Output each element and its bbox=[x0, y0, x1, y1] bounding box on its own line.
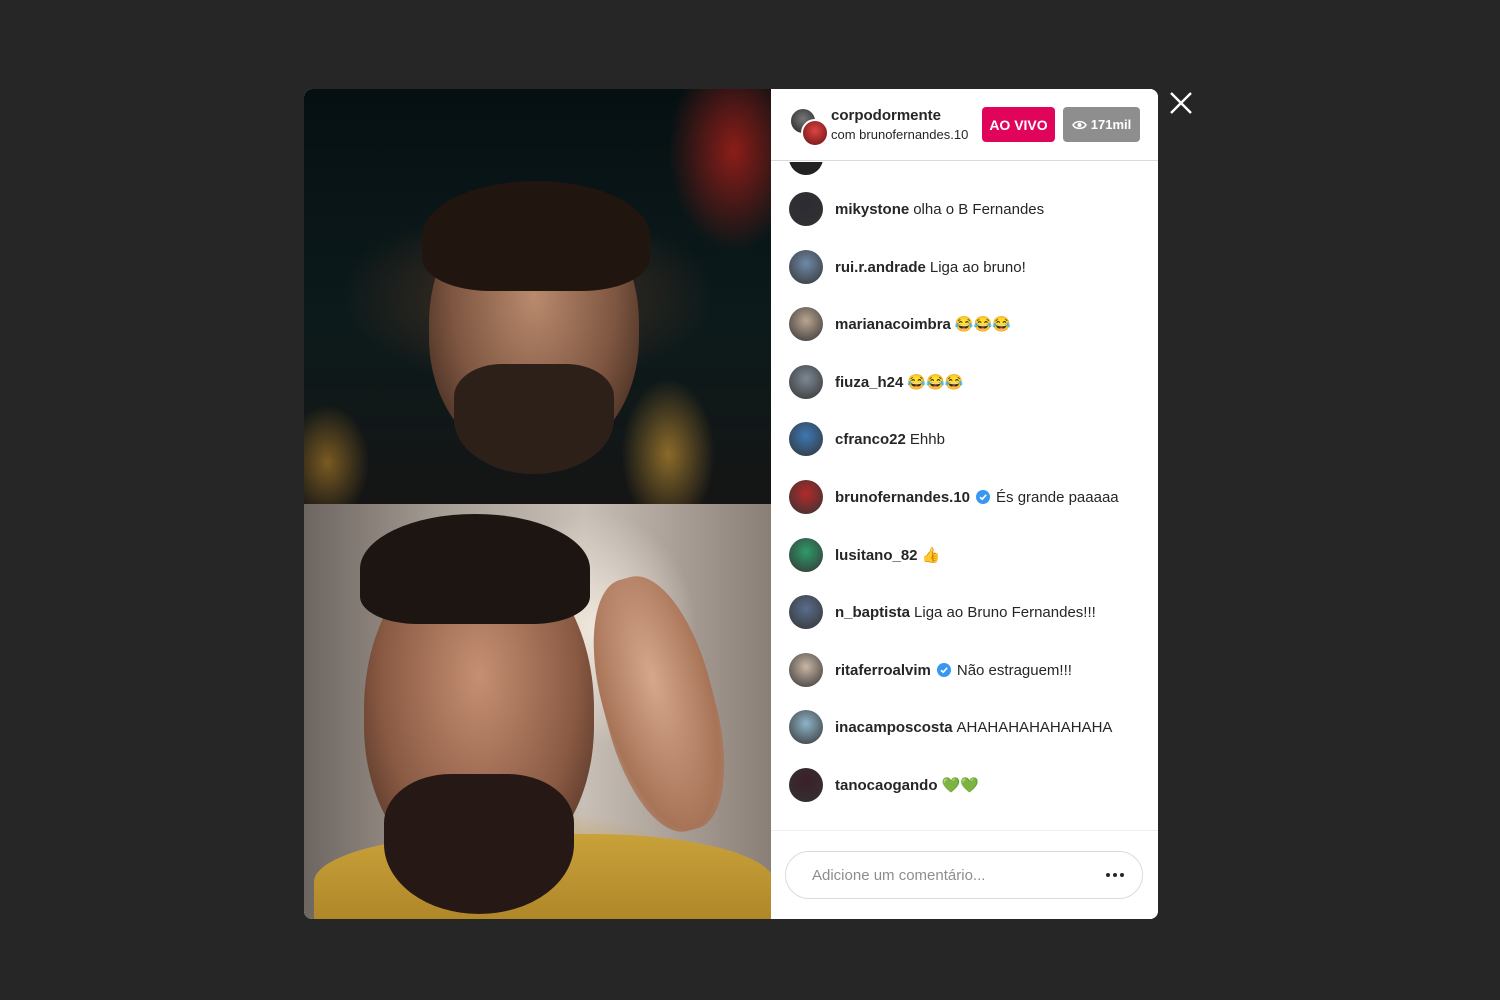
avatar[interactable] bbox=[789, 192, 823, 226]
comment-text: Ehhb bbox=[909, 430, 945, 448]
close-button[interactable] bbox=[1166, 88, 1196, 118]
comments-panel: corpodormente com brunofernandes.10 AO V… bbox=[771, 89, 1158, 919]
list-item: tanocaogando 💚💚 bbox=[789, 767, 1149, 803]
avatar[interactable] bbox=[789, 768, 823, 802]
verified-icon bbox=[936, 662, 951, 677]
comment-username[interactable]: lusitano_82 bbox=[835, 547, 918, 564]
avatar bbox=[801, 118, 829, 147]
list-item: mikystone olha o B Fernandes bbox=[789, 191, 1149, 227]
comment-text: 😂😂😂 bbox=[954, 316, 1011, 333]
comment-text: 👍 bbox=[921, 547, 941, 564]
host-video bbox=[304, 89, 771, 504]
comment-username[interactable]: ritaferroalvim bbox=[835, 662, 931, 679]
comment-text: Não estraguem!!! bbox=[956, 661, 1072, 679]
list-item: n_baptista Liga ao Bruno Fernandes!!! bbox=[789, 594, 1149, 630]
list-item: lusitano_82 👍 bbox=[789, 537, 1149, 573]
avatar[interactable] bbox=[789, 480, 823, 514]
avatar[interactable] bbox=[789, 250, 823, 284]
live-modal: corpodormente com brunofernandes.10 AO V… bbox=[304, 89, 1158, 919]
comment-username[interactable]: rui.r.andrade bbox=[835, 259, 926, 276]
guest-video bbox=[304, 504, 771, 919]
comment-username[interactable]: fiuza_h24 bbox=[835, 374, 903, 391]
comment-text: 😂😂😂 bbox=[907, 374, 964, 391]
list-item: marianacoimbra 😂😂😂 bbox=[789, 306, 1149, 342]
close-icon bbox=[1170, 92, 1192, 114]
list-item bbox=[789, 162, 1149, 176]
eye-icon bbox=[1071, 120, 1087, 129]
more-options-button[interactable] bbox=[1102, 865, 1128, 885]
list-item: ritaferroalvim Não estraguem!!! bbox=[789, 652, 1149, 688]
comment-text: olha o B Fernandes bbox=[913, 200, 1045, 218]
avatar[interactable] bbox=[789, 653, 823, 687]
live-header: corpodormente com brunofernandes.10 AO V… bbox=[771, 89, 1158, 161]
comment-username[interactable]: tanocaogando bbox=[835, 777, 938, 794]
comment-username[interactable]: mikystone bbox=[835, 201, 909, 218]
video-area bbox=[304, 89, 771, 919]
list-item: brunofernandes.10 És grande paaaaa bbox=[789, 479, 1149, 515]
viewers-badge: 171mil bbox=[1063, 107, 1140, 142]
guest-text: com brunofernandes.10 bbox=[831, 127, 969, 142]
comment-text: Liga ao bruno! bbox=[929, 258, 1026, 276]
comment-footer bbox=[771, 830, 1158, 919]
comment-text: És grande paaaaa bbox=[996, 488, 1119, 506]
comment-input[interactable] bbox=[810, 865, 1102, 885]
avatar[interactable] bbox=[789, 538, 823, 572]
comment-text: 💚💚 bbox=[941, 777, 979, 794]
avatar[interactable] bbox=[789, 365, 823, 399]
avatar bbox=[789, 162, 823, 175]
comments-list[interactable]: mikystone olha o B Fernandes rui.r.andrade… bbox=[771, 162, 1158, 830]
list-item: fiuza_h24 😂😂😂 bbox=[789, 364, 1149, 400]
list-item: inacamposcosta AHAHAHAHAHAHAHA bbox=[789, 709, 1149, 745]
verified-icon bbox=[976, 489, 991, 504]
comment-username[interactable]: brunofernandes.10 bbox=[835, 489, 970, 506]
avatar[interactable] bbox=[789, 422, 823, 456]
host-username[interactable]: corpodormente bbox=[831, 107, 968, 124]
list-item: rui.r.andrade Liga ao bruno! bbox=[789, 249, 1149, 285]
host-avatars[interactable] bbox=[789, 106, 829, 147]
comment-text: Liga ao Bruno Fernandes!!! bbox=[914, 603, 1096, 621]
comment-username[interactable]: cfranco22 bbox=[835, 431, 906, 448]
comment-username[interactable]: marianacoimbra bbox=[835, 316, 951, 333]
live-badge: AO VIVO bbox=[982, 107, 1055, 142]
avatar[interactable] bbox=[789, 595, 823, 629]
comment-username[interactable]: n_baptista bbox=[835, 604, 910, 621]
comment-text: AHAHAHAHAHAHAHA bbox=[956, 718, 1113, 736]
viewers-count: 171mil bbox=[1090, 117, 1132, 132]
comment-username[interactable]: inacamposcosta bbox=[835, 719, 953, 736]
list-item: cfranco22 Ehhb bbox=[789, 421, 1149, 457]
more-options-icon bbox=[1106, 873, 1124, 877]
comment-box bbox=[785, 851, 1143, 899]
avatar[interactable] bbox=[789, 710, 823, 744]
avatar[interactable] bbox=[789, 307, 823, 341]
